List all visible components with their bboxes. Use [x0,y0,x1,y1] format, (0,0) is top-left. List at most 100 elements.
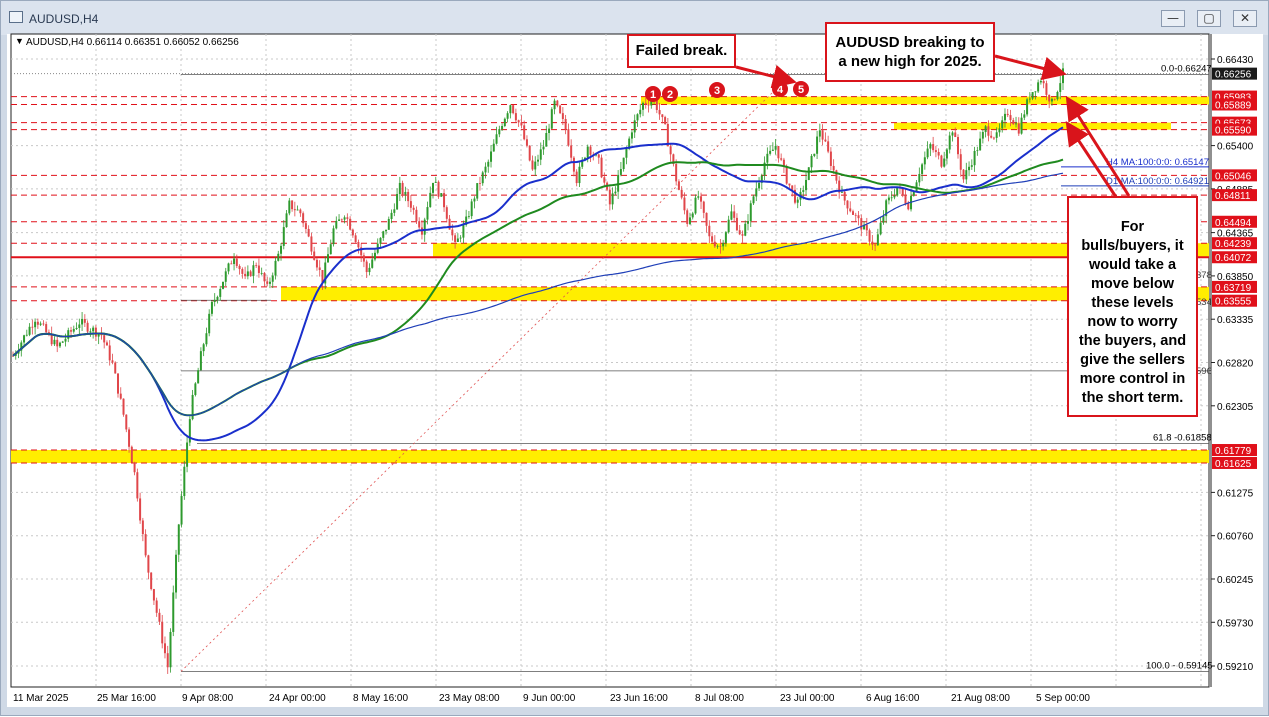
candle-body [202,344,205,352]
candle-body [454,235,457,242]
candle-body [280,245,283,254]
candle-body [857,215,860,219]
candle-body [249,271,252,276]
price-tick-label: 0.66430 [1217,55,1254,66]
candle-body [865,224,868,231]
candle-body [163,643,166,654]
candle-body [197,370,200,384]
candle-body [680,189,683,198]
candle-body [896,187,899,196]
candle-body [260,272,263,274]
candle-body [572,157,575,172]
candle-body [534,161,537,170]
candle-body [78,324,81,328]
candle-body [291,200,294,210]
candle-body [365,261,368,273]
level-label: 0.64494 [1215,218,1252,229]
candle-body [968,166,971,171]
candle-body [478,183,481,184]
fib-label: 0.0-0.66247 [1161,63,1212,74]
candle-body [852,211,854,215]
candle-body [918,173,921,183]
candle-body [1001,120,1004,129]
candle-body [105,342,108,346]
level-label: 0.61779 [1215,446,1252,457]
new-high-callout: AUDUSD breaking to a new high for 2025. [825,22,995,82]
time-tick-label: 23 May 08:00 [439,693,500,704]
candle-body [970,165,973,167]
candle-body [921,164,924,174]
chart-menu-icon[interactable]: ▼ [15,36,24,46]
candle-body [675,164,678,182]
time-tick-label: 24 Apr 00:00 [269,693,326,704]
candle-body [1009,115,1012,121]
candle-body [976,150,979,152]
time-tick-label: 23 Jun 16:00 [610,693,668,704]
candle-body [412,207,415,210]
candle-body [385,229,388,232]
candle-body [75,327,78,329]
time-tick-label: 9 Apr 08:00 [182,693,234,704]
candle-body [951,132,954,136]
time-tick-label: 8 May 16:00 [353,693,408,704]
ma-label: H4 MA:100:0:0: 0.65147 [1106,157,1209,168]
candle-body [802,190,805,192]
candle-body [329,244,332,255]
candle-body [586,146,589,158]
fib-label: 61.8 -0.61858 [1153,432,1212,443]
candle-body [246,271,249,277]
candle-body [299,209,302,214]
candle-body [445,207,448,219]
level-label: 0.65889 [1215,100,1252,111]
candle-body [636,114,639,121]
candle-body [368,267,371,273]
candle-body [874,244,877,246]
candle-body [619,169,622,175]
candle-body [501,126,504,130]
candle-body [525,139,528,146]
candle-body [92,327,95,332]
candle-body [462,224,465,238]
candle-body [843,191,846,201]
candle-body [371,259,374,268]
support-zone [11,450,1209,463]
candle-body [459,237,462,239]
candle-body [777,146,780,159]
candle-body [282,227,285,246]
candle-body [948,135,951,150]
candle-body [257,265,260,274]
candle-body [514,113,517,121]
candle-body [1050,98,1053,102]
candle-body [222,281,224,289]
candle-body [268,281,271,284]
candle-body [824,139,827,142]
candle-body [1028,98,1031,100]
candle-body [633,120,636,133]
candle-body [697,196,700,198]
candle-body [70,330,73,332]
candle-body [1056,91,1059,100]
candle-body [821,130,824,140]
candle-body [1062,68,1064,84]
swing-marker-label: 2 [667,89,673,101]
candle-body [934,150,937,152]
candle-body [407,191,410,202]
candle-body [608,189,611,205]
candle-body [56,339,59,347]
candle-body [86,322,89,332]
candle-body [887,197,890,201]
candle-body [979,138,982,151]
candle-body [244,273,247,277]
candle-body [401,182,404,195]
candle-body [139,498,142,521]
candle-body [219,288,222,297]
candle-body [255,265,258,267]
candle-body [473,198,476,202]
candle-body [691,213,694,218]
candle-body [183,466,186,497]
price-tick-label: 0.61275 [1217,488,1254,499]
current-price-label: 0.66256 [1215,70,1252,81]
candle-body [597,154,600,158]
candle-body [564,118,567,130]
candle-body [285,213,288,228]
